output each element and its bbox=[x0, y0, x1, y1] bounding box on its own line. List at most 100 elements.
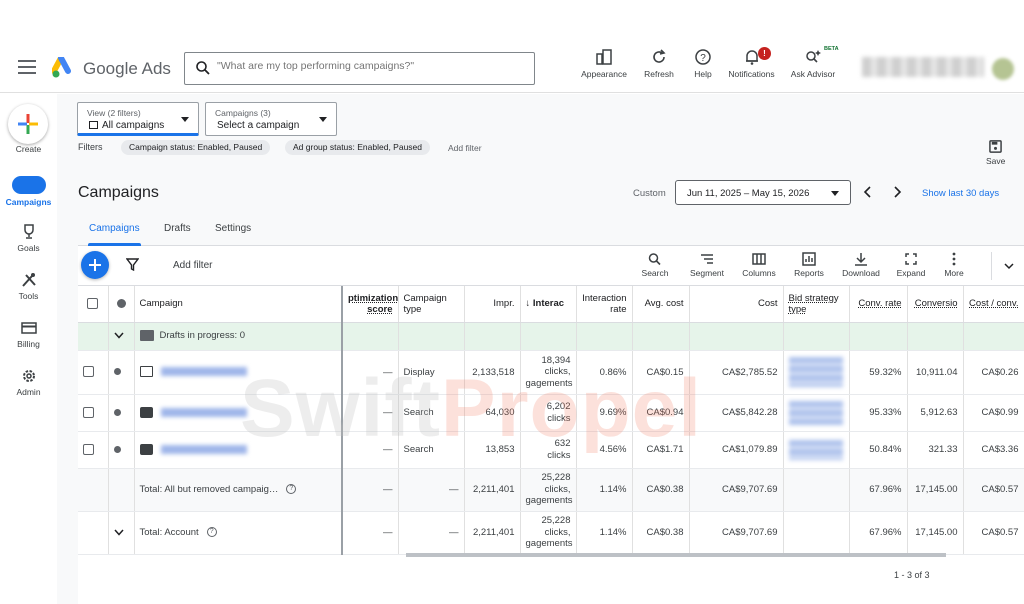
col-interaction-rate[interactable]: Interaction rate bbox=[576, 286, 633, 323]
chevron-down-icon[interactable] bbox=[113, 529, 124, 536]
beta-tag: BETA bbox=[824, 46, 839, 52]
chevron-down-icon[interactable] bbox=[1004, 262, 1014, 270]
ask-advisor-label: Ask Advisor bbox=[790, 69, 836, 79]
horizontal-scrollbar[interactable] bbox=[406, 553, 946, 557]
tab-campaigns[interactable]: Campaigns bbox=[89, 223, 140, 234]
conv-rate-cell: 67.96% bbox=[849, 468, 908, 512]
add-campaign-button[interactable] bbox=[81, 251, 109, 279]
chevron-right-icon[interactable] bbox=[892, 186, 902, 198]
row-checkbox[interactable] bbox=[83, 443, 94, 455]
table-row[interactable]: — Search 13,853 632 clicks 4.56% CA$1.71 … bbox=[78, 431, 1024, 469]
notifications-button[interactable]: ! Notifications bbox=[724, 47, 779, 79]
search-box[interactable] bbox=[184, 52, 535, 85]
drafts-row[interactable]: Drafts in progress: 0 bbox=[78, 322, 1024, 351]
columns-icon bbox=[752, 253, 766, 265]
table-row[interactable]: — Search 64,030 6,202 clicks 9.69% CA$0.9… bbox=[78, 394, 1024, 432]
notifications-label: Notifications bbox=[728, 69, 775, 79]
col-cost-per-conv[interactable]: Cost / conv. bbox=[963, 286, 1024, 323]
nav-item-billing[interactable]: Billing bbox=[0, 320, 57, 349]
plus-icon bbox=[18, 114, 38, 134]
campaign-name-blurred[interactable] bbox=[160, 367, 247, 377]
campaign-select-dropdown[interactable]: Campaigns (3) Select a campaign bbox=[205, 102, 337, 136]
nav-item-tools[interactable]: Tools bbox=[0, 272, 57, 301]
show-last-30-days-link[interactable]: Show last 30 days bbox=[922, 188, 999, 199]
filter-icon[interactable] bbox=[126, 258, 139, 271]
interactions-cell: 6,202 clicks bbox=[520, 394, 577, 432]
col-cost[interactable]: Cost bbox=[689, 286, 784, 323]
account-info-blurred[interactable] bbox=[862, 57, 984, 77]
row-checkbox[interactable] bbox=[83, 366, 94, 378]
col-impressions[interactable]: Impr. bbox=[464, 286, 521, 323]
search-campaign-icon bbox=[139, 443, 153, 455]
campaign-name-blurred[interactable] bbox=[160, 407, 247, 417]
chevron-left-icon[interactable] bbox=[863, 186, 873, 198]
search-input[interactable] bbox=[217, 60, 517, 72]
avatar[interactable] bbox=[992, 58, 1014, 80]
col-conversions[interactable]: Conversio bbox=[907, 286, 964, 323]
cost-cell: CA$2,785.52 bbox=[689, 350, 784, 395]
page-title: Campaigns bbox=[78, 184, 159, 201]
col-avg-cost[interactable]: Avg. cost bbox=[632, 286, 690, 323]
help-icon[interactable]: ? bbox=[206, 527, 217, 538]
toolbar-columns-button[interactable]: Columns bbox=[739, 252, 779, 278]
interaction-rate-cell: 0.86% bbox=[576, 350, 633, 395]
date-range-picker[interactable]: Jun 11, 2025 – May 15, 2026 bbox=[675, 180, 851, 205]
toolbar-columns-label: Columns bbox=[742, 268, 776, 278]
table-toolbar: Add filter Search Segment Columns Report… bbox=[78, 246, 1024, 286]
toolbar-search-button[interactable]: Search bbox=[635, 252, 675, 278]
filter-chip-campaign-status[interactable]: Campaign status: Enabled, Paused bbox=[121, 140, 271, 155]
help-icon[interactable]: ? bbox=[286, 484, 297, 495]
add-filter-link[interactable]: Add filter bbox=[448, 143, 482, 153]
row-checkbox[interactable] bbox=[83, 406, 94, 418]
status-dot-icon[interactable] bbox=[113, 408, 121, 416]
ask-advisor-button[interactable]: BETA Ask Advisor bbox=[788, 46, 839, 79]
nav-item-admin[interactable]: Admin bbox=[0, 368, 57, 397]
appearance-button[interactable]: Appearance bbox=[580, 48, 628, 79]
tab-drafts[interactable]: Drafts bbox=[164, 223, 191, 234]
select-all-checkbox[interactable] bbox=[87, 298, 99, 310]
chevron-down-icon[interactable] bbox=[113, 332, 124, 340]
select-all-header[interactable] bbox=[78, 286, 109, 323]
cost-cell: CA$1,079.89 bbox=[689, 431, 784, 469]
toolbar-download-button[interactable]: Download bbox=[839, 252, 883, 278]
top-blank-area bbox=[0, 0, 1024, 43]
create-button[interactable] bbox=[8, 104, 48, 144]
menu-icon[interactable] bbox=[18, 60, 36, 74]
custom-label: Custom bbox=[633, 188, 666, 199]
toolbar-add-filter[interactable]: Add filter bbox=[173, 260, 212, 271]
tab-settings[interactable]: Settings bbox=[215, 223, 251, 234]
toolbar-expand-button[interactable]: Expand bbox=[893, 252, 929, 278]
save-button[interactable]: Save bbox=[986, 140, 1005, 166]
nav-item-goals[interactable]: Goals bbox=[0, 224, 57, 253]
campaign-select-value: Select a campaign bbox=[217, 120, 300, 131]
col-bid-strategy-type[interactable]: Bid strategy type bbox=[783, 286, 850, 323]
interactions-cell: 18,394 clicks, gagements bbox=[520, 350, 577, 395]
nav-item-campaigns[interactable]: Campaigns bbox=[0, 176, 57, 207]
impr-cell: 64,030 bbox=[464, 394, 521, 432]
cost-cell: CA$5,842.28 bbox=[689, 394, 784, 432]
help-button[interactable]: ? Help bbox=[688, 48, 718, 79]
bid-strategy-blurred bbox=[789, 357, 843, 387]
campaign-name-blurred[interactable] bbox=[160, 444, 247, 454]
toolbar-segment-button[interactable]: Segment bbox=[685, 252, 729, 278]
status-dot-icon[interactable] bbox=[113, 368, 121, 376]
toolbar-more-button[interactable]: More bbox=[938, 252, 970, 278]
col-optimization-score[interactable]: ptimization score bbox=[342, 286, 399, 323]
avg-cost-cell: CA$1.71 bbox=[632, 431, 690, 469]
view-filter-dropdown[interactable]: View (2 filters) All campaigns bbox=[77, 102, 199, 136]
col-campaign[interactable]: Campaign bbox=[134, 286, 343, 323]
col-interactions[interactable]: ↓ Interac bbox=[520, 286, 577, 323]
col-campaign-type[interactable]: Campaign type bbox=[398, 286, 465, 323]
filter-chip-adgroup-status[interactable]: Ad group status: Enabled, Paused bbox=[285, 140, 431, 155]
total-row-all-but-removed: Total: All but removed campaig…? — — 2,2… bbox=[78, 468, 1024, 512]
tab-bar: Campaigns Drafts Settings bbox=[78, 215, 1024, 246]
interaction-rate-cell: 1.14% bbox=[576, 468, 633, 512]
megaphone-icon bbox=[11, 176, 46, 194]
status-dot-icon[interactable] bbox=[113, 445, 121, 453]
toolbar-reports-button[interactable]: Reports bbox=[790, 252, 828, 278]
nav-goals-label: Goals bbox=[17, 243, 40, 253]
refresh-button[interactable]: Refresh bbox=[641, 48, 677, 79]
table-row[interactable]: — Display 2,133,518 18,394 clicks, gagemen… bbox=[78, 350, 1024, 395]
col-conv-rate[interactable]: Conv. rate bbox=[849, 286, 908, 323]
google-ads-logo[interactable] bbox=[52, 57, 76, 79]
